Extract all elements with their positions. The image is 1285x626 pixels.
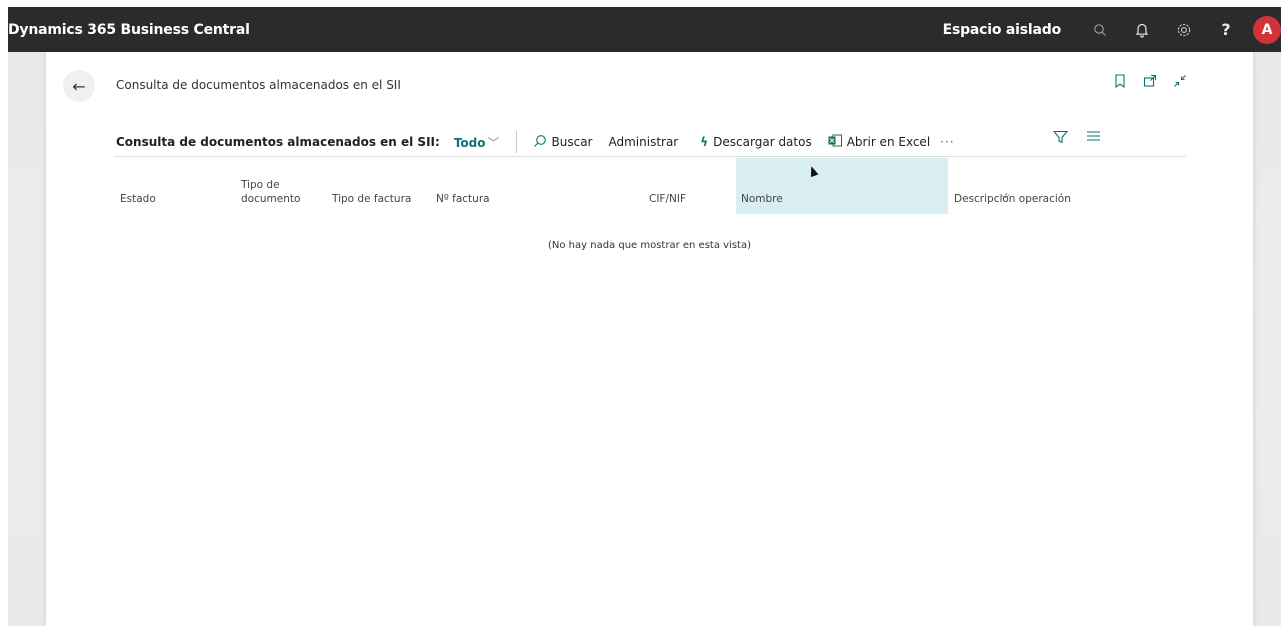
window-edge-right	[1281, 0, 1285, 626]
topbar-actions: Espacio aislado ? A	[943, 7, 1281, 52]
collapse-icon[interactable]	[1172, 74, 1188, 92]
download-data-label: Descargar datos	[713, 135, 812, 149]
search-button-label: Buscar	[551, 135, 593, 149]
list-view-icon[interactable]	[1086, 130, 1101, 148]
back-button[interactable]: ←	[63, 70, 95, 102]
column-header-cif-nif[interactable]: CIF/NIF	[649, 192, 686, 206]
list-tools	[1052, 130, 1101, 148]
page-title: Consulta de documentos almacenados en el…	[116, 78, 401, 92]
more-options-button[interactable]: ···	[940, 135, 954, 149]
arrow-left-icon: ←	[72, 76, 86, 96]
column-header-estado[interactable]: Estado	[120, 192, 156, 206]
environment-label: Espacio aislado	[942, 21, 1062, 38]
column-header-numero-factura[interactable]: Nº factura	[436, 192, 490, 206]
view-selector[interactable]: Todo ﹀	[454, 134, 500, 151]
bookmark-icon[interactable]	[1112, 74, 1128, 92]
lightning-icon: ϟ	[700, 135, 709, 149]
excel-icon	[828, 134, 842, 150]
search-button[interactable]: Buscar	[533, 134, 593, 151]
app-title[interactable]: Dynamics 365 Business Central	[8, 22, 250, 38]
chevron-down-icon: ﹀	[487, 135, 500, 150]
command-bar-divider	[114, 156, 1186, 157]
avatar[interactable]: A	[1253, 15, 1281, 44]
column-header-tipo-documento[interactable]: Tipo de documento	[241, 178, 300, 206]
empty-list-message: (No hay nada que mostrar en esta vista)	[547, 240, 751, 251]
manage-button-label: Administrar	[608, 135, 679, 149]
top-navigation-bar: Dynamics 365 Business Central Espacio ai…	[8, 7, 1281, 52]
page-header: ← Consulta de documentos almacenados en …	[46, 52, 1253, 117]
help-icon[interactable]: ?	[1205, 7, 1247, 52]
open-new-window-icon[interactable]	[1142, 74, 1158, 92]
command-divider	[515, 131, 517, 153]
view-title: Consulta de documentos almacenados en el…	[116, 135, 440, 149]
manage-button[interactable]: Administrar	[608, 135, 678, 149]
filter-icon[interactable]	[1052, 130, 1069, 148]
header-actions	[1112, 74, 1188, 92]
column-header-descripcion-operacion[interactable]: Descripción operación	[954, 192, 1071, 206]
open-in-excel-label: Abrir en Excel	[846, 135, 931, 149]
column-header-tipo-factura[interactable]: Tipo de factura	[332, 192, 411, 206]
command-bar: Consulta de documentos almacenados en el…	[116, 129, 1186, 155]
list-page-panel: ← Consulta de documentos almacenados en …	[46, 52, 1253, 626]
open-in-excel-button[interactable]: Abrir en Excel	[828, 134, 930, 150]
search-icon[interactable]	[1079, 7, 1121, 52]
grid-header: Estado Tipo de documento Tipo de factura…	[114, 158, 1186, 214]
bell-icon[interactable]	[1121, 7, 1163, 52]
window-edge-left	[0, 0, 8, 626]
search-icon	[533, 134, 547, 151]
download-data-button[interactable]: ϟ Descargar datos	[700, 135, 811, 149]
view-selector-label: Todo	[453, 135, 486, 150]
column-header-nombre[interactable]: Nombre	[741, 192, 783, 206]
gear-icon[interactable]	[1163, 7, 1205, 52]
